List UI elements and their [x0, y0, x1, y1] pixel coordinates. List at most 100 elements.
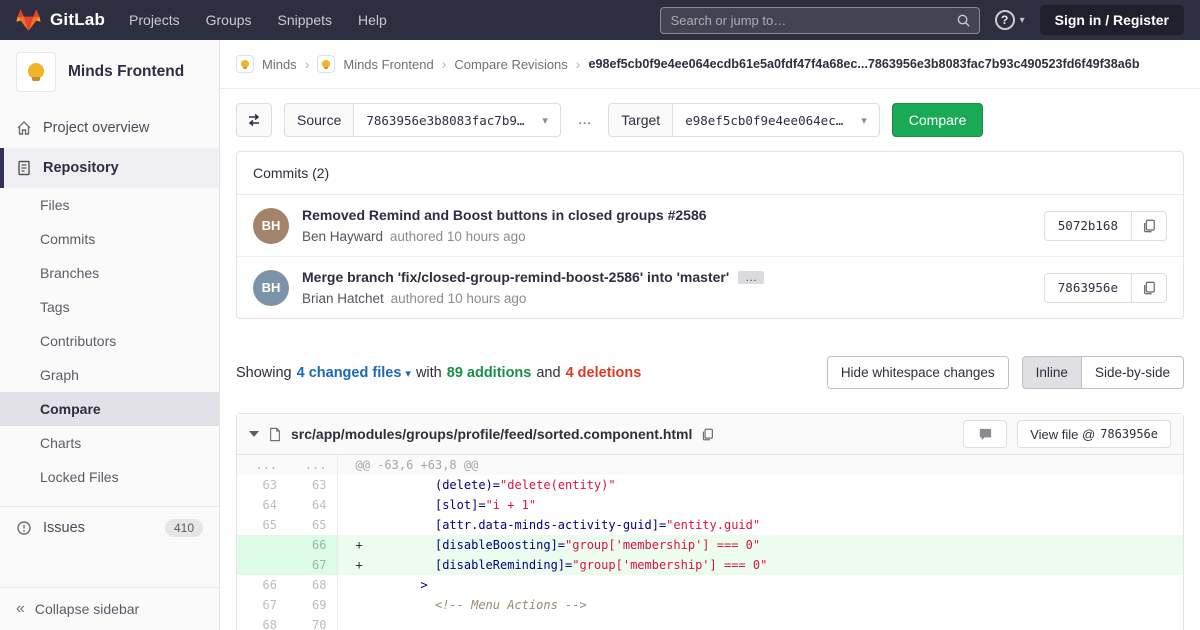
old-line-number[interactable] [237, 535, 287, 555]
sidebar-item-contributors[interactable]: Contributors [0, 324, 219, 358]
commit-sha-link[interactable]: 5072b168 [1043, 210, 1132, 241]
side-by-side-view-button[interactable]: Side-by-side [1081, 356, 1184, 389]
sidebar-item-branches[interactable]: Branches [0, 256, 219, 290]
diff-line: 66 + [disableBoosting]="group['membership… [237, 535, 1183, 555]
nav-projects[interactable]: Projects [129, 12, 180, 28]
diff-line: 65 65 [attr.data-minds-activity-guid]="en… [237, 515, 1183, 535]
expand-commit-message-button[interactable]: … [738, 270, 765, 284]
project-mini-avatar [317, 55, 336, 73]
old-line-number[interactable]: 66 [237, 575, 287, 595]
toggle-comments-button[interactable] [963, 420, 1008, 448]
help-menu[interactable]: ? ▾ [994, 10, 1025, 30]
compare-form: Source 7863956e3b8083fac7b9… ▾ ... Targe… [236, 103, 1184, 137]
sidebar-item-locked-files[interactable]: Locked Files [0, 460, 219, 494]
search-input[interactable] [659, 6, 980, 34]
changed-files-dropdown[interactable]: 4 changed files ▾ [297, 365, 411, 381]
old-line-number[interactable]: 65 [237, 515, 287, 535]
breadcrumb-group-link[interactable]: Minds [262, 57, 297, 72]
old-line-number[interactable] [237, 555, 287, 575]
new-line-number[interactable]: 69 [287, 595, 338, 615]
with-label: with [415, 364, 442, 381]
breadcrumb-project-link[interactable]: Minds Frontend [343, 57, 433, 72]
project-header[interactable]: Minds Frontend [0, 40, 219, 108]
sidebar-item-project-overview[interactable]: Project overview [0, 108, 219, 148]
diff-line: 67 + [disableReminding]="group['membershi… [237, 555, 1183, 575]
sidebar-item-graph[interactable]: Graph [0, 358, 219, 392]
sidebar-item-files[interactable]: Files [0, 188, 219, 222]
compare-button[interactable]: Compare [891, 103, 984, 137]
source-dropdown[interactable]: 7863956e3b8083fac7b9… ▾ [353, 103, 561, 137]
new-line-number[interactable]: 68 [287, 575, 338, 595]
top-navbar: GitLab Projects Groups Snippets Help ? ▾… [0, 0, 1200, 40]
and-label: and [536, 364, 561, 381]
commit-title-link[interactable]: Merge branch 'fix/closed-group-remind-bo… [302, 269, 729, 285]
target-dropdown[interactable]: e98ef5cb0f9e4ee064ec… ▾ [672, 103, 880, 137]
copy-path-icon[interactable] [701, 428, 714, 441]
collapse-diff-icon[interactable] [249, 431, 259, 437]
swap-arrows-icon [248, 113, 260, 127]
home-icon [17, 121, 31, 135]
diff-file-panel: src/app/modules/groups/profile/feed/sort… [236, 413, 1184, 630]
copy-sha-button[interactable] [1132, 272, 1167, 303]
commits-header: Commits (2) [237, 152, 1183, 195]
new-line-number[interactable]: 65 [287, 515, 338, 535]
sidebar-item-repository[interactable]: Repository [0, 148, 219, 188]
old-line-number[interactable]: 68 [237, 615, 287, 630]
avatar: BH [253, 269, 289, 306]
nav-help[interactable]: Help [358, 12, 387, 28]
project-name: Minds Frontend [68, 63, 185, 80]
chevron-right-icon: › [575, 56, 581, 72]
additions-count: 89 additions [446, 364, 532, 381]
chevron-right-icon: › [441, 56, 447, 72]
old-line-number[interactable]: ... [237, 455, 287, 475]
commit-author-link[interactable]: Brian Hatchet [302, 291, 384, 306]
sidebar-item-compare[interactable]: Compare [0, 392, 219, 426]
old-line-number[interactable]: 64 [237, 495, 287, 515]
copy-sha-button[interactable] [1132, 210, 1167, 241]
sign-in-button[interactable]: Sign in / Register [1039, 5, 1184, 35]
sidebar-item-charts[interactable]: Charts [0, 426, 219, 460]
target-selector: Target e98ef5cb0f9e4ee064ec… ▾ [608, 103, 880, 137]
avatar: BH [253, 207, 289, 244]
hide-whitespace-button[interactable]: Hide whitespace changes [826, 356, 1009, 389]
commit-meta: Ben Hayward authored 10 hours ago [302, 229, 707, 244]
commits-panel: Commits (2) BH Removed Remind and Boost … [236, 151, 1184, 319]
old-line-number[interactable]: 67 [237, 595, 287, 615]
inline-view-button[interactable]: Inline [1021, 356, 1082, 389]
group-avatar [236, 55, 254, 73]
commit-authored-time: authored 10 hours ago [390, 291, 527, 306]
new-line-number[interactable]: 64 [287, 495, 338, 515]
collapse-sidebar-button[interactable]: « Collapse sidebar [0, 587, 219, 630]
breadcrumb-page-link[interactable]: Compare Revisions [454, 57, 567, 72]
view-file-button[interactable]: View file @ 7863956e [1017, 420, 1171, 448]
old-line-number[interactable]: 63 [237, 475, 287, 495]
main-content: Minds › Minds Frontend › Compare Revisio… [220, 0, 1200, 630]
new-line-number[interactable]: ... [287, 455, 338, 475]
new-line-number[interactable]: 70 [287, 615, 338, 630]
gitlab-tanuki-icon [16, 9, 41, 31]
diff-code-line: + [disableBoosting]="group['membership']… [337, 535, 1183, 555]
commit-sha-link[interactable]: 7863956e [1043, 272, 1132, 303]
commit-author-link[interactable]: Ben Hayward [302, 229, 383, 244]
gitlab-home-link[interactable]: GitLab [16, 8, 105, 32]
nav-groups[interactable]: Groups [206, 12, 252, 28]
question-icon: ? [994, 10, 1015, 30]
source-selector: Source 7863956e3b8083fac7b9… ▾ [284, 103, 561, 137]
copy-icon [1143, 281, 1155, 294]
swap-revisions-button[interactable] [236, 103, 272, 137]
chevron-down-icon: ▾ [542, 113, 548, 127]
diff-file-path: src/app/modules/groups/profile/feed/sort… [291, 426, 693, 442]
repository-subnav: Files Commits Branches Tags Contributors Grap… [0, 188, 219, 494]
new-line-number[interactable]: 63 [287, 475, 338, 495]
sidebar-item-issues[interactable]: Issues 410 [0, 506, 219, 549]
new-line-number[interactable]: 66 [287, 535, 338, 555]
source-label: Source [284, 103, 354, 137]
repository-icon [18, 160, 30, 176]
sidebar-item-commits[interactable]: Commits [0, 222, 219, 256]
sidebar-item-tags[interactable]: Tags [0, 290, 219, 324]
diff-code-line: <!-- Menu Actions --> [434, 598, 587, 612]
new-line-number[interactable]: 67 [287, 555, 338, 575]
nav-snippets[interactable]: Snippets [278, 12, 332, 28]
commit-title-link[interactable]: Removed Remind and Boost buttons in clos… [302, 207, 707, 223]
diff-line: 63 63 (delete)="delete(entity)" [237, 475, 1183, 495]
